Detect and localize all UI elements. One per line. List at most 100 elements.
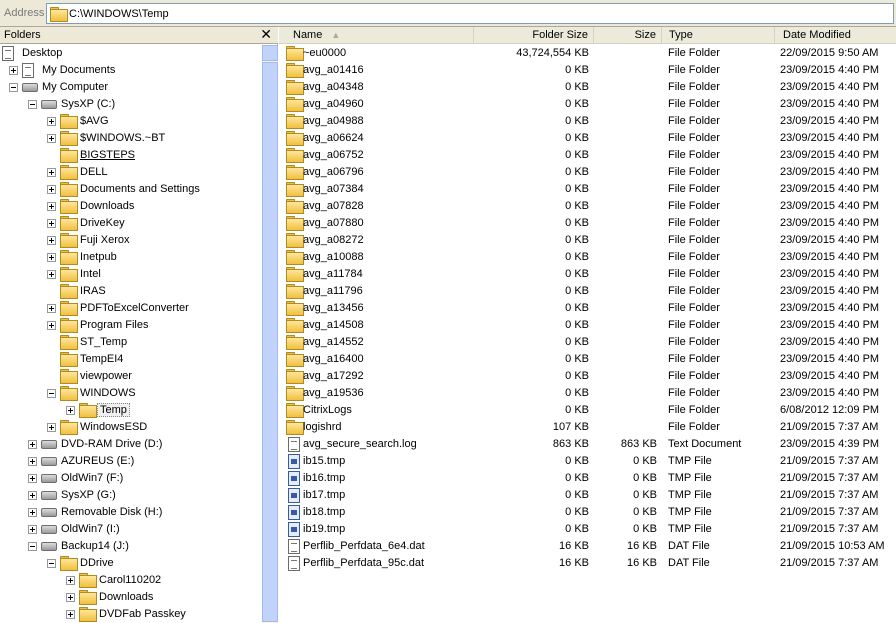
table-row[interactable]: avg_a14508 0 KB File Folder 23/09/2015 4:40…	[279, 317, 896, 334]
expand-icon[interactable]	[28, 508, 37, 517]
tree-item[interactable]: Program Files	[0, 317, 262, 334]
expand-icon[interactable]	[66, 576, 75, 585]
scroll-up-button[interactable]	[262, 45, 278, 61]
table-row[interactable]: avg_a07384 0 KB File Folder 23/09/2015 4:40…	[279, 181, 896, 198]
tree-item[interactable]: My Computer	[0, 79, 262, 96]
tree-item[interactable]: Temp	[0, 402, 262, 419]
table-row[interactable]: CitrixLogs 0 KB File Folder 6/08/2012 12:09…	[279, 402, 896, 419]
table-row[interactable]: ib18.tmp 0 KB 0 KB TMP File 21/09/2015 7:37 …	[279, 504, 896, 521]
tree-item[interactable]: Desktop	[0, 45, 262, 62]
tree-item[interactable]: WINDOWS	[0, 385, 262, 402]
expand-icon[interactable]	[47, 219, 56, 228]
expand-icon[interactable]	[47, 321, 56, 330]
tree-item[interactable]: DVD-RAM Drive (D:)	[0, 436, 262, 453]
collapse-icon[interactable]	[9, 83, 18, 92]
table-row[interactable]: avg_a06752 0 KB File Folder 23/09/2015 4:40…	[279, 147, 896, 164]
scroll-thumb[interactable]	[262, 62, 278, 622]
table-row[interactable]: ib16.tmp 0 KB 0 KB TMP File 21/09/2015 7:37 …	[279, 470, 896, 487]
table-row[interactable]: avg_a17292 0 KB File Folder 23/09/2015 4:40…	[279, 368, 896, 385]
table-row[interactable]: avg_a06796 0 KB File Folder 23/09/2015 4:40…	[279, 164, 896, 181]
table-row[interactable]: avg_a14552 0 KB File Folder 23/09/2015 4:40…	[279, 334, 896, 351]
tree-item[interactable]: My Documents	[0, 62, 262, 79]
table-row[interactable]: avg_a11784 0 KB File Folder 23/09/2015 4:40…	[279, 266, 896, 283]
tree-item[interactable]: SysXP (C:)	[0, 96, 262, 113]
expand-icon[interactable]	[66, 610, 75, 619]
collapse-icon[interactable]	[47, 389, 56, 398]
expand-icon[interactable]	[28, 474, 37, 483]
tree-item[interactable]: Fuji Xerox	[0, 232, 262, 249]
collapse-icon[interactable]	[47, 559, 56, 568]
expand-icon[interactable]	[28, 457, 37, 466]
expand-icon[interactable]	[47, 304, 56, 313]
column-type[interactable]: Type	[662, 27, 775, 44]
tree-item[interactable]: Documents and Settings	[0, 181, 262, 198]
address-field[interactable]: C:\WINDOWS\Temp	[46, 3, 894, 24]
table-row[interactable]: avg_a08272 0 KB File Folder 23/09/2015 4:40…	[279, 232, 896, 249]
table-row[interactable]: avg_a10088 0 KB File Folder 23/09/2015 4:40…	[279, 249, 896, 266]
table-row[interactable]: avg_a19536 0 KB File Folder 23/09/2015 4:40…	[279, 385, 896, 402]
tree-item[interactable]: IRAS	[0, 283, 262, 300]
table-row[interactable]: avg_secure_search.log 863 KB 863 KB Text Do…	[279, 436, 896, 453]
tree-item[interactable]: Downloads	[0, 198, 262, 215]
expand-icon[interactable]	[47, 134, 56, 143]
tree-item[interactable]: OldWin7 (F:)	[0, 470, 262, 487]
column-folder-size[interactable]: Folder Size	[474, 27, 594, 44]
table-row[interactable]: avg_a04960 0 KB File Folder 23/09/2015 4:40…	[279, 96, 896, 113]
tree-item[interactable]: DELL	[0, 164, 262, 181]
tree-item[interactable]: Downloads	[0, 589, 262, 606]
tree-item[interactable]: PDFToExcelConverter	[0, 300, 262, 317]
tree-item[interactable]: DDrive	[0, 555, 262, 572]
expand-icon[interactable]	[28, 491, 37, 500]
tree-item[interactable]: SysXP (G:)	[0, 487, 262, 504]
tree-item[interactable]: OldWin7 (I:)	[0, 521, 262, 538]
expand-icon[interactable]	[28, 525, 37, 534]
collapse-icon[interactable]	[28, 542, 37, 551]
expand-icon[interactable]	[47, 270, 56, 279]
tree-item[interactable]: Inetpub	[0, 249, 262, 266]
tree-scrollbar[interactable]	[262, 45, 278, 623]
tree-item[interactable]: DVDFab Passkey	[0, 606, 262, 623]
tree-item[interactable]: DriveKey	[0, 215, 262, 232]
tree-item[interactable]: viewpower	[0, 368, 262, 385]
table-row[interactable]: ib15.tmp 0 KB 0 KB TMP File 21/09/2015 7:37 …	[279, 453, 896, 470]
expand-icon[interactable]	[47, 168, 56, 177]
table-row[interactable]: avg_a06624 0 KB File Folder 23/09/2015 4:40…	[279, 130, 896, 147]
expand-icon[interactable]	[66, 593, 75, 602]
table-row[interactable]: avg_a11796 0 KB File Folder 23/09/2015 4:40…	[279, 283, 896, 300]
tree-item[interactable]: $AVG	[0, 113, 262, 130]
close-icon[interactable]: ✕	[260, 26, 272, 43]
column-name[interactable]: Name ▲	[279, 27, 474, 44]
tree-item[interactable]: $WINDOWS.~BT	[0, 130, 262, 147]
table-row[interactable]: avg_a13456 0 KB File Folder 23/09/2015 4:40…	[279, 300, 896, 317]
tree-item[interactable]: Backup14 (J:)	[0, 538, 262, 555]
table-row[interactable]: Perflib_Perfdata_6e4.dat 16 KB 16 KB DAT Fi…	[279, 538, 896, 555]
tree-item[interactable]: Intel	[0, 266, 262, 283]
expand-icon[interactable]	[9, 66, 18, 75]
table-row[interactable]: avg_a04988 0 KB File Folder 23/09/2015 4:40…	[279, 113, 896, 130]
table-row[interactable]: avg_a16400 0 KB File Folder 23/09/2015 4:40…	[279, 351, 896, 368]
table-row[interactable]: Perflib_Perfdata_95c.dat 16 KB 16 KB DAT Fi…	[279, 555, 896, 572]
table-row[interactable]: logishrd 107 KB File Folder 21/09/2015 7:37…	[279, 419, 896, 436]
expand-icon[interactable]	[47, 202, 56, 211]
table-row[interactable]: ib17.tmp 0 KB 0 KB TMP File 21/09/2015 7:37 …	[279, 487, 896, 504]
table-row[interactable]: avg_a01416 0 KB File Folder 23/09/2015 4:40…	[279, 62, 896, 79]
table-row[interactable]: avg_a04348 0 KB File Folder 23/09/2015 4:40…	[279, 79, 896, 96]
tree-item[interactable]: BIGSTEPS	[0, 147, 262, 164]
tree-item[interactable]: AZUREUS (E:)	[0, 453, 262, 470]
table-row[interactable]: ib19.tmp 0 KB 0 KB TMP File 21/09/2015 7:37 …	[279, 521, 896, 538]
expand-icon[interactable]	[47, 117, 56, 126]
tree-item[interactable]: TempEI4	[0, 351, 262, 368]
table-row[interactable]: avg_a07828 0 KB File Folder 23/09/2015 4:40…	[279, 198, 896, 215]
tree-item[interactable]: WindowsESD	[0, 419, 262, 436]
expand-icon[interactable]	[66, 406, 75, 415]
column-size[interactable]: Size	[594, 27, 662, 44]
expand-icon[interactable]	[47, 423, 56, 432]
expand-icon[interactable]	[47, 236, 56, 245]
tree-item[interactable]: Carol110202	[0, 572, 262, 589]
expand-icon[interactable]	[47, 253, 56, 262]
expand-icon[interactable]	[28, 440, 37, 449]
table-row[interactable]: avg_a07880 0 KB File Folder 23/09/2015 4:40…	[279, 215, 896, 232]
tree-item[interactable]: Removable Disk (H:)	[0, 504, 262, 521]
collapse-icon[interactable]	[28, 100, 37, 109]
table-row[interactable]: ~eu0000 43,724,554 KB File Folder 22/09/201…	[279, 45, 896, 62]
